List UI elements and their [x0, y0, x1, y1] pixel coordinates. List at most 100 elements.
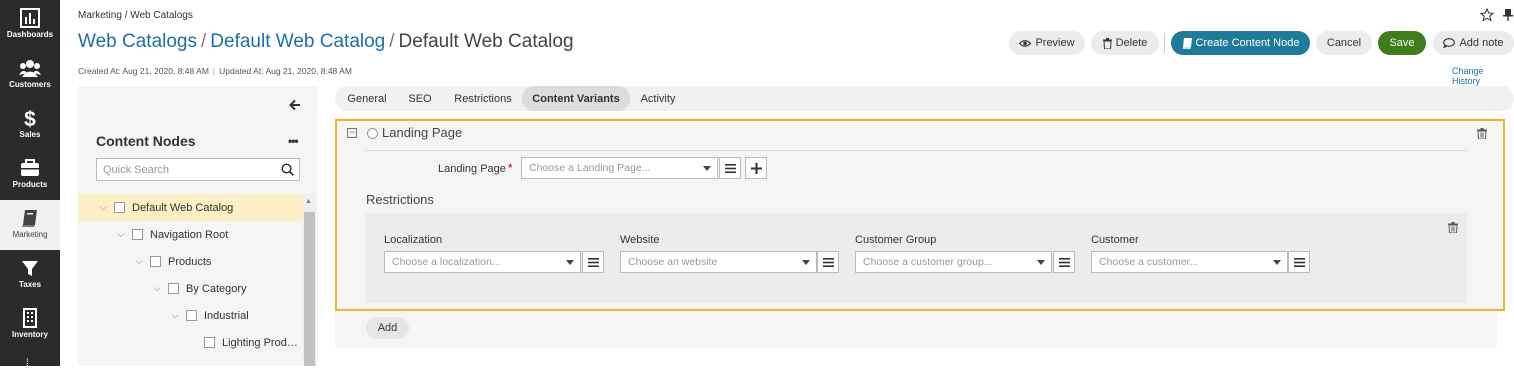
landing-page-label-text: Landing Page [438, 163, 506, 175]
website-select[interactable]: Choose an website [620, 251, 817, 273]
tab-bar: General SEO Restrictions Content Variant… [335, 86, 1514, 111]
nav-dashboards[interactable]: Dashboards [0, 0, 60, 50]
nav-label: Taxes [18, 280, 42, 289]
delete-variant-icon[interactable] [1477, 128, 1487, 139]
chevron-down-icon[interactable]: ⌵ [152, 283, 162, 294]
title-current: Default Web Catalog [398, 31, 574, 52]
website-list-button[interactable] [817, 251, 839, 273]
updated-at: Updated At: Aug 21, 2020, 8:48 AM [219, 66, 352, 76]
add-variant-button[interactable]: Add [366, 317, 409, 339]
caret-down-icon [703, 166, 711, 171]
tree-node-products[interactable]: ⌵ Products [78, 248, 303, 275]
caret-down-icon [802, 260, 810, 265]
main-sidebar: Dashboards Customers $ Sales Products Ma… [0, 0, 60, 369]
landing-page-placeholder: Choose a Landing Page... [529, 162, 651, 174]
chevron-down-icon[interactable]: ⌵ [134, 256, 144, 267]
nav-products[interactable]: Products [0, 150, 60, 200]
quick-search-field[interactable] [96, 158, 300, 181]
pin-icon[interactable] [1503, 8, 1513, 22]
change-history-link[interactable]: Change History [1452, 66, 1514, 86]
node-checkbox[interactable] [114, 202, 125, 213]
tree-node-label: Products [168, 255, 212, 268]
cancel-button[interactable]: Cancel [1316, 31, 1372, 55]
list-icon [724, 163, 736, 173]
restrictions-title: Restrictions [366, 192, 434, 207]
tree-node-label: By Category [186, 282, 247, 295]
add-note-button[interactable]: Add note [1433, 31, 1514, 55]
localization-list-button[interactable] [582, 251, 604, 273]
customer-select[interactable]: Choose a customer... [1091, 251, 1288, 273]
website-placeholder: Choose an website [628, 256, 718, 268]
cancel-label: Cancel [1326, 37, 1362, 49]
nav-more-icon[interactable]: ⁞ [26, 358, 34, 369]
quick-search-input[interactable] [97, 159, 267, 180]
created-at: Created At: Aug 21, 2020, 8:48 AM [78, 66, 209, 76]
collapse-variant-icon[interactable]: − [347, 128, 357, 138]
list-icon [1058, 257, 1070, 267]
tree-scrollbar-thumb[interactable] [304, 212, 315, 366]
tree-node-by-category[interactable]: ⌵ By Category [78, 275, 303, 302]
trash-icon [1102, 37, 1112, 49]
landing-page-label: Landing Page * [438, 161, 513, 175]
tab-content-variants[interactable]: Content Variants [522, 86, 630, 111]
tab-activity[interactable]: Activity [633, 86, 683, 111]
tree-node-industrial[interactable]: ⌵ Industrial [78, 302, 303, 329]
tree-node-lighting-products[interactable]: Lighting Prod… [78, 329, 303, 356]
customer-group-select[interactable]: Choose a customer group... [855, 251, 1052, 273]
tab-restrictions[interactable]: Restrictions [447, 86, 519, 111]
collapse-panel-icon[interactable] [289, 99, 301, 111]
title-link-default-web-catalog[interactable]: Default Web Catalog [210, 31, 385, 52]
tree-node-label: Industrial [204, 309, 249, 322]
title-link-web-catalogs[interactable]: Web Catalogs [78, 31, 197, 52]
tab-seo[interactable]: SEO [399, 86, 441, 111]
save-button[interactable]: Save [1378, 31, 1426, 55]
chevron-down-icon[interactable]: ⌵ [116, 229, 126, 240]
localization-placeholder: Choose a localization... [392, 256, 501, 268]
star-icon[interactable] [1480, 8, 1494, 22]
delete-button[interactable]: Delete [1091, 31, 1159, 55]
landing-page-list-button[interactable] [719, 157, 741, 179]
list-icon [1293, 257, 1305, 267]
tab-general[interactable]: General [339, 86, 395, 111]
briefcase-icon [21, 159, 39, 176]
chevron-down-icon[interactable]: ⌵ [98, 202, 108, 213]
title-separator: / [201, 31, 207, 52]
landing-page-select[interactable]: Choose a Landing Page... [521, 157, 718, 179]
chevron-down-icon[interactable]: ⌵ [170, 310, 180, 321]
customer-group-list-button[interactable] [1053, 251, 1075, 273]
node-checkbox[interactable] [132, 229, 143, 240]
nav-sales[interactable]: $ Sales [0, 100, 60, 150]
customer-label: Customer [1091, 234, 1139, 246]
caret-down-icon [1273, 260, 1281, 265]
node-checkbox[interactable] [186, 310, 197, 321]
tree-node-label: Navigation Root [150, 228, 229, 241]
node-checkbox[interactable] [168, 283, 179, 294]
customer-group-placeholder: Choose a customer group... [863, 256, 993, 268]
nav-label: Dashboards [6, 30, 54, 39]
localization-select[interactable]: Choose a localization... [384, 251, 581, 273]
nav-marketing[interactable]: Marketing [0, 200, 60, 250]
tree-node-default-web-catalog[interactable]: ⌵ Default Web Catalog [78, 194, 303, 221]
nav-inventory[interactable]: Inventory [0, 300, 60, 350]
list-icon [587, 257, 599, 267]
meta-divider: | [212, 66, 216, 76]
breadcrumb[interactable]: Marketing / Web Catalogs [78, 10, 193, 21]
node-checkbox[interactable] [150, 256, 161, 267]
nav-customers[interactable]: Customers [0, 50, 60, 100]
book-icon [1182, 37, 1192, 49]
delete-restriction-icon[interactable] [1448, 222, 1458, 233]
add-note-label: Add note [1459, 37, 1504, 49]
scroll-up-arrow-icon[interactable]: ▲ [305, 198, 312, 205]
default-variant-radio[interactable] [367, 128, 378, 139]
nav-taxes[interactable]: Taxes [0, 250, 60, 300]
node-checkbox[interactable] [204, 337, 215, 348]
create-content-node-button[interactable]: Create Content Node [1171, 31, 1310, 55]
customer-list-button[interactable] [1288, 251, 1310, 273]
search-icon[interactable] [281, 163, 294, 176]
tree-node-navigation-root[interactable]: ⌵ Navigation Root [78, 221, 303, 248]
preview-button[interactable]: Preview [1009, 31, 1085, 55]
nav-label: Customers [9, 80, 51, 89]
list-icon [822, 257, 834, 267]
more-options-icon[interactable]: ••• [288, 134, 299, 148]
landing-page-add-button[interactable] [745, 157, 767, 179]
